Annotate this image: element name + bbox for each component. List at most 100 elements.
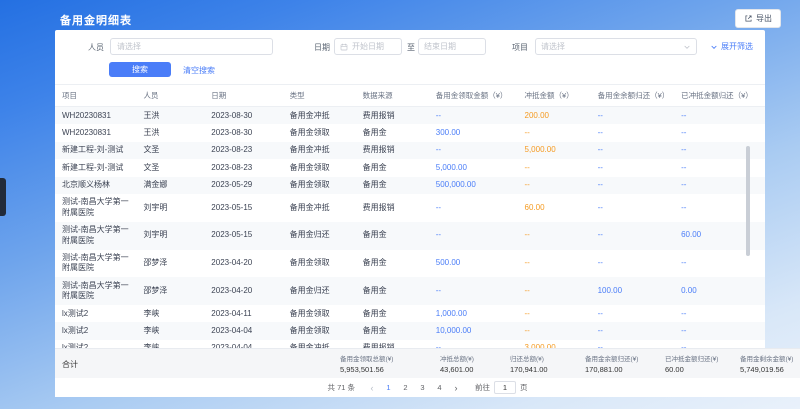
col-balance-return: 备用金余额归还（¥） (591, 85, 675, 107)
cell-project: WH20230831 (55, 124, 136, 141)
cell-received-amount: 500,000.00 (429, 177, 518, 194)
cell-balance-return: -- (591, 222, 675, 250)
goto-page-input[interactable] (494, 381, 516, 394)
col-person: 人员 (136, 85, 204, 107)
cell-offset-amount: -- (518, 177, 591, 194)
search-button[interactable]: 搜索 (109, 62, 171, 77)
cell-type: 备用金归还 (283, 277, 356, 305)
cell-project: lx测试2 (55, 322, 136, 339)
page-button-4[interactable]: 4 (434, 382, 445, 394)
table-row[interactable]: 测试-南昌大学第一附属医院 邵梦泽 2023-04-20 备用金归还 备用金 -… (55, 277, 765, 305)
page-button-1[interactable]: 1 (383, 382, 394, 394)
cell-balance-return: -- (591, 177, 675, 194)
cell-received-amount: 10,000.00 (429, 322, 518, 339)
cell-type: 备用金冲抵 (283, 107, 356, 125)
table-row[interactable]: lx测试2 李峡 2023-04-11 备用金领取 备用金 1,000.00 -… (55, 305, 765, 322)
table-row[interactable]: 测试-南昌大学第一附属医院 刘宇明 2023-05-15 备用金冲抵 费用报销 … (55, 194, 765, 222)
cell-offset-return: -- (674, 159, 765, 176)
table-row[interactable]: 测试-南昌大学第一附属医院 邵梦泽 2023-04-20 备用金领取 备用金 5… (55, 250, 765, 278)
project-select[interactable]: 请选择 (535, 38, 697, 55)
cell-person: 李峡 (136, 305, 204, 322)
cell-balance-return: -- (591, 159, 675, 176)
cell-type: 备用金领取 (283, 124, 356, 141)
cell-offset-return: 60.00 (674, 222, 765, 250)
page-button-3[interactable]: 3 (417, 382, 428, 394)
cell-balance-return: -- (591, 124, 675, 141)
page-title: 备用金明细表 (60, 12, 132, 28)
cell-date: 2023-08-30 (204, 107, 282, 125)
page-button-2[interactable]: 2 (400, 382, 411, 394)
cell-project: 测试-南昌大学第一附属医院 (55, 250, 136, 278)
table-row[interactable]: 新建工程-刘-测试 文圣 2023-08-23 备用金冲抵 费用报销 -- 5,… (55, 142, 765, 159)
data-table: 项目 人员 日期 类型 数据来源 备用金领取金额（¥） 冲抵金额（¥） 备用金余… (55, 84, 765, 348)
cell-received-amount: -- (429, 107, 518, 125)
table-row[interactable]: lx测试2 李峡 2023-04-04 备用金冲抵 费用报销 -- 3,000.… (55, 340, 765, 348)
cell-type: 备用金冲抵 (283, 142, 356, 159)
cell-type: 备用金领取 (283, 177, 356, 194)
cell-source: 备用金 (356, 159, 429, 176)
cell-balance-return: -- (591, 322, 675, 339)
cell-received-amount: 1,000.00 (429, 305, 518, 322)
collapsed-sidebar-handle[interactable] (0, 178, 6, 216)
cell-balance-return: -- (591, 250, 675, 278)
table-row[interactable]: WH20230831 王洪 2023-08-30 备用金冲抵 费用报销 -- 2… (55, 107, 765, 125)
cell-offset-amount: 60.00 (518, 194, 591, 222)
cell-offset-amount: -- (518, 124, 591, 141)
cell-project: 北京顺义杨林 (55, 177, 136, 194)
cell-offset-return: -- (674, 107, 765, 125)
table-row[interactable]: WH20230831 王洪 2023-08-30 备用金领取 备用金 300.0… (55, 124, 765, 141)
col-offset-return: 已冲抵金额归还（¥） (674, 85, 765, 107)
chevron-down-icon (710, 43, 718, 51)
cell-offset-return: -- (674, 124, 765, 141)
prev-page-button[interactable]: ‹ (367, 383, 377, 393)
project-select-placeholder: 请选择 (541, 41, 565, 52)
table-row[interactable]: lx测试2 李峡 2023-04-04 备用金领取 备用金 10,000.00 … (55, 322, 765, 339)
summary-remaining-total: 备用金剩余金额(¥) 5,749,019.56 (740, 353, 793, 374)
col-received-amount: 备用金领取金额（¥） (429, 85, 518, 107)
goto-suffix: 页 (520, 382, 528, 393)
filter-bar: 人员 日期 开始日期 至 结束日期 项目 请选择 展开筛选 (55, 38, 765, 56)
summary-total-label: 合计 (62, 359, 78, 370)
cell-date: 2023-04-20 (204, 250, 282, 278)
date-label: 日期 (314, 42, 330, 53)
cell-offset-amount: -- (518, 305, 591, 322)
cell-received-amount: -- (429, 277, 518, 305)
cell-date: 2023-05-29 (204, 177, 282, 194)
date-end-input[interactable]: 结束日期 (418, 38, 486, 55)
cell-offset-amount: 3,000.00 (518, 340, 591, 348)
cell-date: 2023-05-15 (204, 194, 282, 222)
cell-type: 备用金领取 (283, 305, 356, 322)
clear-search-button[interactable]: 清空搜索 (183, 65, 215, 76)
expand-filters-link[interactable]: 展开筛选 (710, 41, 753, 52)
pagination-total: 共 71 条 (327, 382, 355, 393)
cell-project: lx测试2 (55, 340, 136, 348)
expand-filters-label: 展开筛选 (721, 41, 753, 52)
col-source: 数据来源 (356, 85, 429, 107)
table-row[interactable]: 新建工程-刘-测试 文圣 2023-08-23 备用金领取 备用金 5,000.… (55, 159, 765, 176)
cell-offset-amount: -- (518, 222, 591, 250)
cell-balance-return: -- (591, 340, 675, 348)
content-card: 人员 日期 开始日期 至 结束日期 项目 请选择 展开筛选 搜索 (55, 30, 765, 397)
cell-person: 文圣 (136, 142, 204, 159)
table-row[interactable]: 测试-南昌大学第一附属医院 刘宇明 2023-05-15 备用金归还 备用金 -… (55, 222, 765, 250)
next-page-button[interactable]: › (451, 383, 461, 393)
cell-project: 新建工程-刘-测试 (55, 142, 136, 159)
date-start-placeholder: 开始日期 (352, 41, 384, 52)
cell-project: WH20230831 (55, 107, 136, 125)
table-row[interactable]: 北京顺义杨林 满金娜 2023-05-29 备用金领取 备用金 500,000.… (55, 177, 765, 194)
cell-balance-return: -- (591, 142, 675, 159)
date-start-input[interactable]: 开始日期 (334, 38, 402, 55)
export-button[interactable]: 导出 (735, 9, 781, 28)
cell-person: 邵梦泽 (136, 250, 204, 278)
vertical-scrollbar[interactable] (746, 146, 750, 256)
cell-source: 费用报销 (356, 142, 429, 159)
cell-offset-return: -- (674, 142, 765, 159)
person-input[interactable] (110, 38, 273, 55)
cell-source: 备用金 (356, 322, 429, 339)
col-date: 日期 (204, 85, 282, 107)
cell-source: 费用报销 (356, 194, 429, 222)
cell-source: 备用金 (356, 124, 429, 141)
goto-page-control: 前往 页 (475, 381, 528, 394)
summary-row: 合计 备用金领取总额(¥) 5,953,501.56 冲抵总额(¥) 43,60… (55, 348, 800, 378)
date-range-separator: 至 (407, 42, 415, 53)
